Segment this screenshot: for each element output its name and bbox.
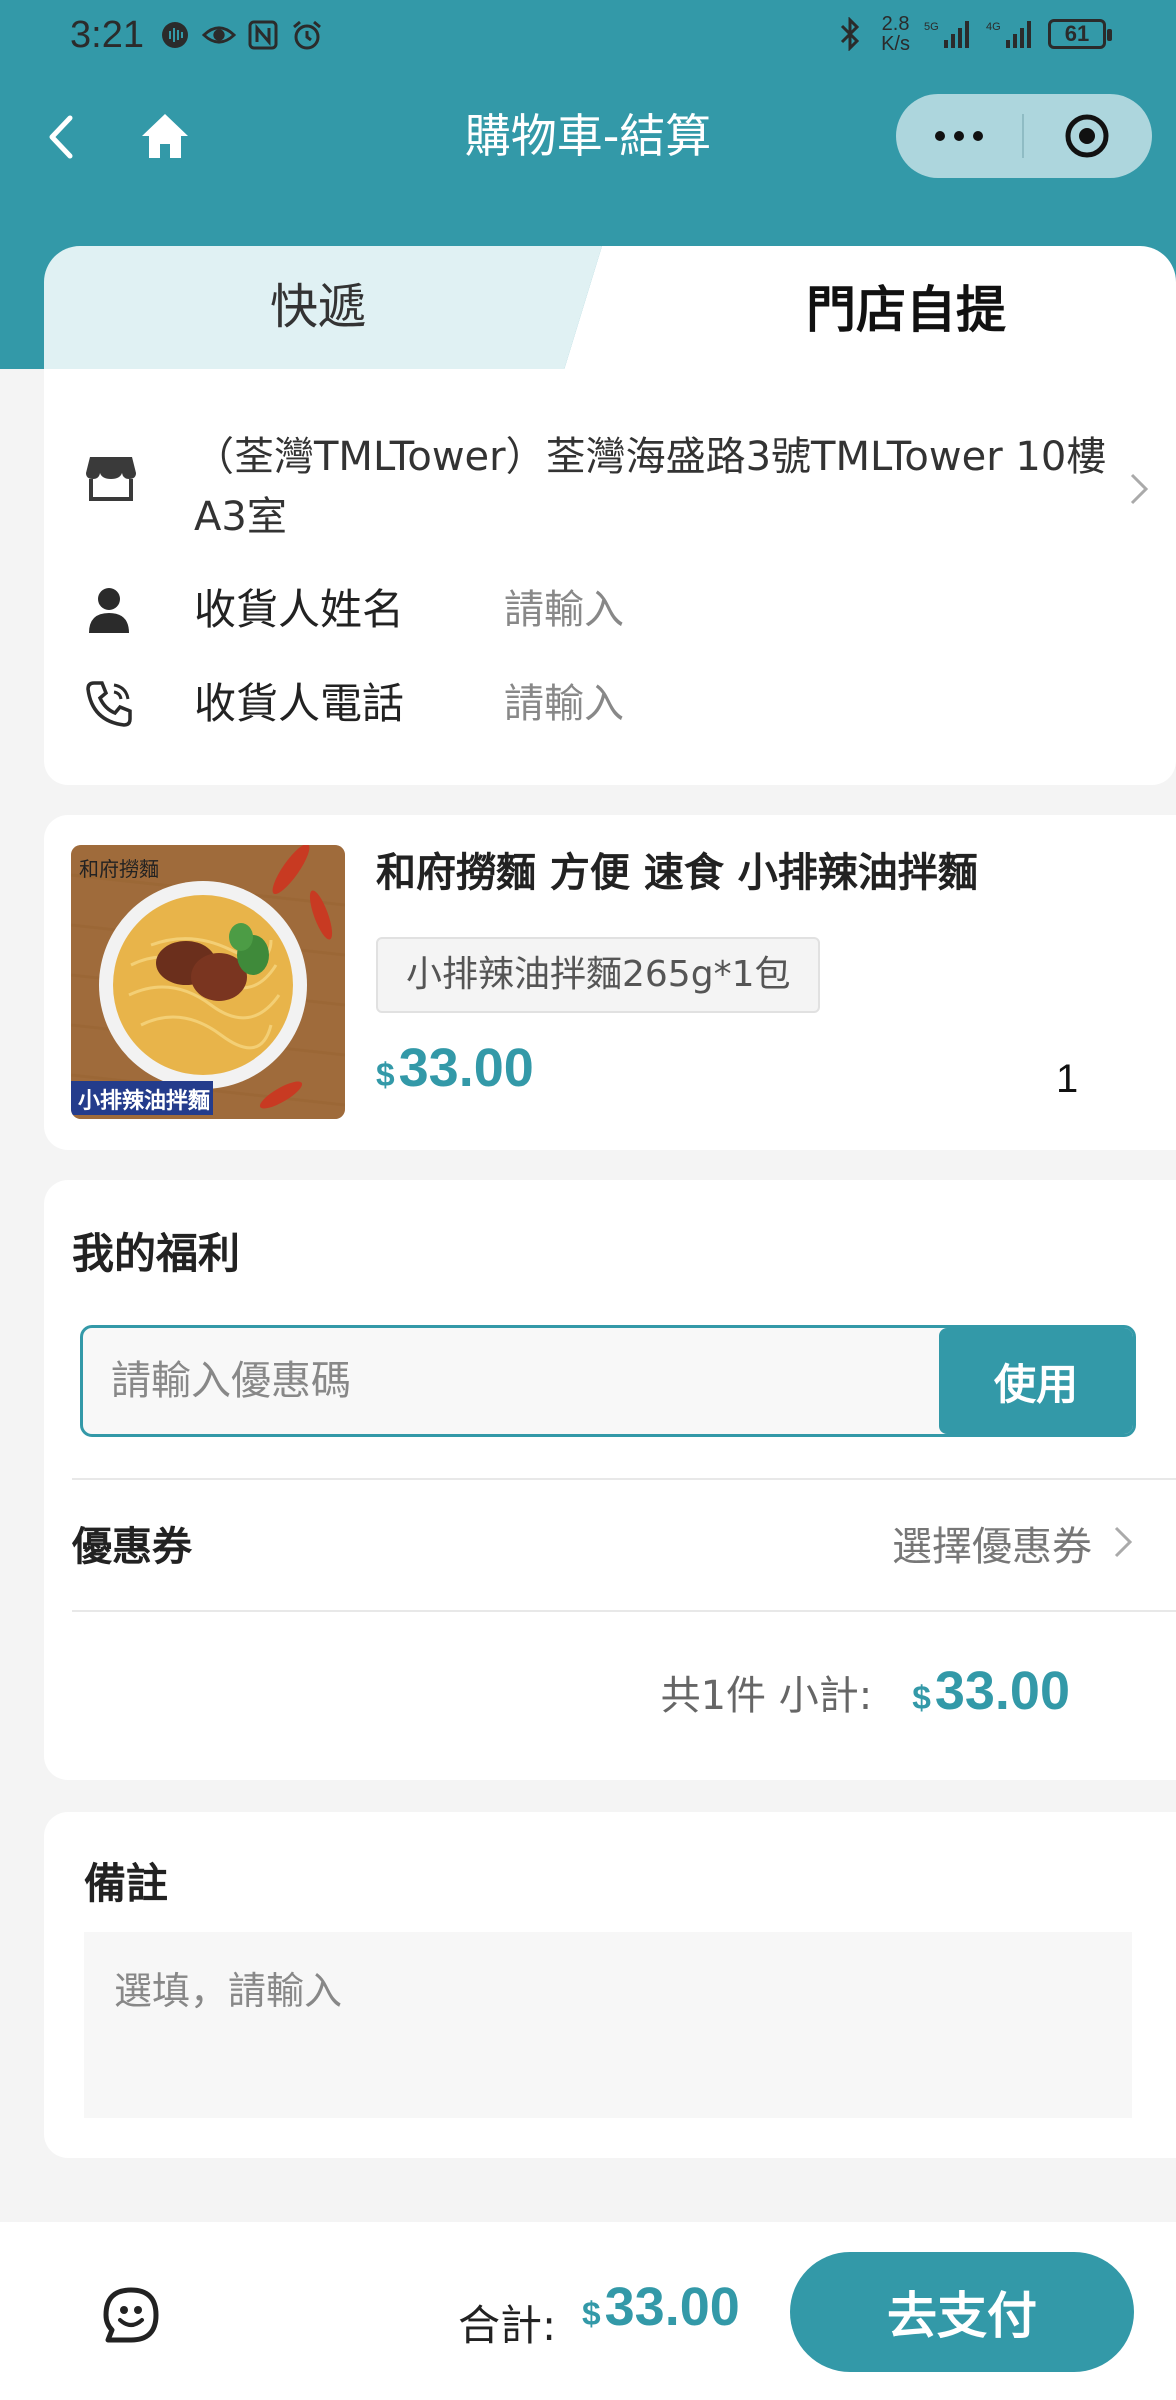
close-program-icon[interactable]: [1024, 94, 1150, 178]
benefits-card: 我的福利 使用 優惠券 選擇優惠券 共1件 小計: $33.00: [44, 1180, 1176, 1780]
chevron-right-icon: [1108, 1522, 1136, 1562]
store-icon: [84, 451, 138, 505]
product-price: $33.00: [376, 1038, 534, 1098]
chevron-right-icon[interactable]: [1124, 469, 1154, 509]
status-bar: 3:21 2.8 K/s 5G 4G 61: [0, 0, 1176, 70]
voucher-select[interactable]: 選擇優惠券: [892, 1514, 1092, 1572]
mini-program-capsule: [896, 94, 1152, 178]
receiver-phone-row: 收貨人電話: [84, 671, 1144, 737]
eye-icon: [202, 18, 236, 52]
coupon-code-input[interactable]: [83, 1328, 943, 1434]
status-time: 3:21: [70, 14, 144, 56]
battery-icon: 61: [1048, 19, 1112, 49]
notes-card: 備註: [44, 1812, 1176, 2158]
product-image-logo: 和府撈麵: [79, 857, 159, 881]
checkout-bar: 合計: $33.00 去支付: [0, 2222, 1176, 2400]
benefits-title: 我的福利: [72, 1229, 241, 1278]
pay-button[interactable]: 去支付: [790, 2252, 1134, 2372]
product-image-caption: 小排辣油拌麵: [77, 1089, 210, 1114]
voice-icon: [158, 18, 192, 52]
product-card: 小排辣油拌麵 和府撈麵 和府撈麵 方便 速食 小排辣油拌麵 小排辣油拌麵265g…: [44, 815, 1176, 1150]
back-icon[interactable]: [40, 104, 86, 170]
signal-4g-icon: 4G: [986, 17, 1034, 51]
notes-title: 備註: [84, 1859, 169, 1908]
product-image[interactable]: 小排辣油拌麵 和府撈麵: [71, 845, 345, 1119]
tab-express[interactable]: 快遞: [44, 246, 602, 370]
voucher-row[interactable]: 優惠券 選擇優惠券: [72, 1478, 1176, 1610]
customer-service-icon[interactable]: [100, 2284, 162, 2346]
use-coupon-button[interactable]: 使用: [939, 1328, 1133, 1434]
receiver-name-row: 收貨人姓名: [84, 577, 1144, 643]
product-quantity: 1: [1056, 1057, 1079, 1101]
receiver-phone-input[interactable]: [504, 671, 1104, 737]
receiver-name-label: 收貨人姓名: [194, 585, 405, 634]
divider: [72, 1610, 1176, 1612]
subtotal-value: $33.00: [912, 1661, 1070, 1721]
delivery-tabs: 快遞 門店自提: [44, 246, 1176, 370]
page-title: 購物車-結算: [464, 109, 712, 163]
coupon-code-box: 使用: [80, 1325, 1136, 1437]
subtotal-label: 共1件 小計:: [660, 1673, 873, 1719]
total-label: 合計:: [458, 2301, 557, 2350]
store-address: （荃灣TMLTower）荃灣海盛路3號TMLTower 10樓A3室: [194, 434, 1107, 540]
phone-icon: [84, 679, 134, 729]
receiver-phone-label: 收貨人電話: [194, 679, 405, 728]
product-spec: 小排辣油拌麵265g*1包: [376, 937, 821, 1013]
home-icon[interactable]: [136, 106, 194, 166]
svg-text:5G: 5G: [924, 21, 939, 33]
subtotal: 共1件 小計: $33.00: [661, 1660, 1070, 1722]
signal-5g-icon: 5G: [924, 17, 972, 51]
person-icon: [84, 585, 134, 635]
total-price: $33.00: [582, 2277, 740, 2337]
tab-store-pickup[interactable]: 門店自提: [564, 246, 1176, 370]
bluetooth-icon: [833, 17, 867, 51]
notes-textarea[interactable]: [84, 1932, 1132, 2118]
nfc-icon: [246, 18, 280, 52]
more-options-icon[interactable]: [896, 94, 1022, 178]
network-speed: 2.8 K/s: [881, 13, 910, 55]
svg-text:4G: 4G: [986, 21, 1001, 33]
alarm-icon: [290, 18, 324, 52]
pickup-info-card: （荃灣TMLTower）荃灣海盛路3號TMLTower 10樓A3室 收貨人姓名…: [44, 369, 1176, 785]
voucher-label: 優惠券: [72, 1524, 192, 1570]
product-name: 和府撈麵 方便 速食 小排辣油拌麵: [376, 850, 978, 896]
receiver-name-input[interactable]: [504, 577, 1104, 643]
